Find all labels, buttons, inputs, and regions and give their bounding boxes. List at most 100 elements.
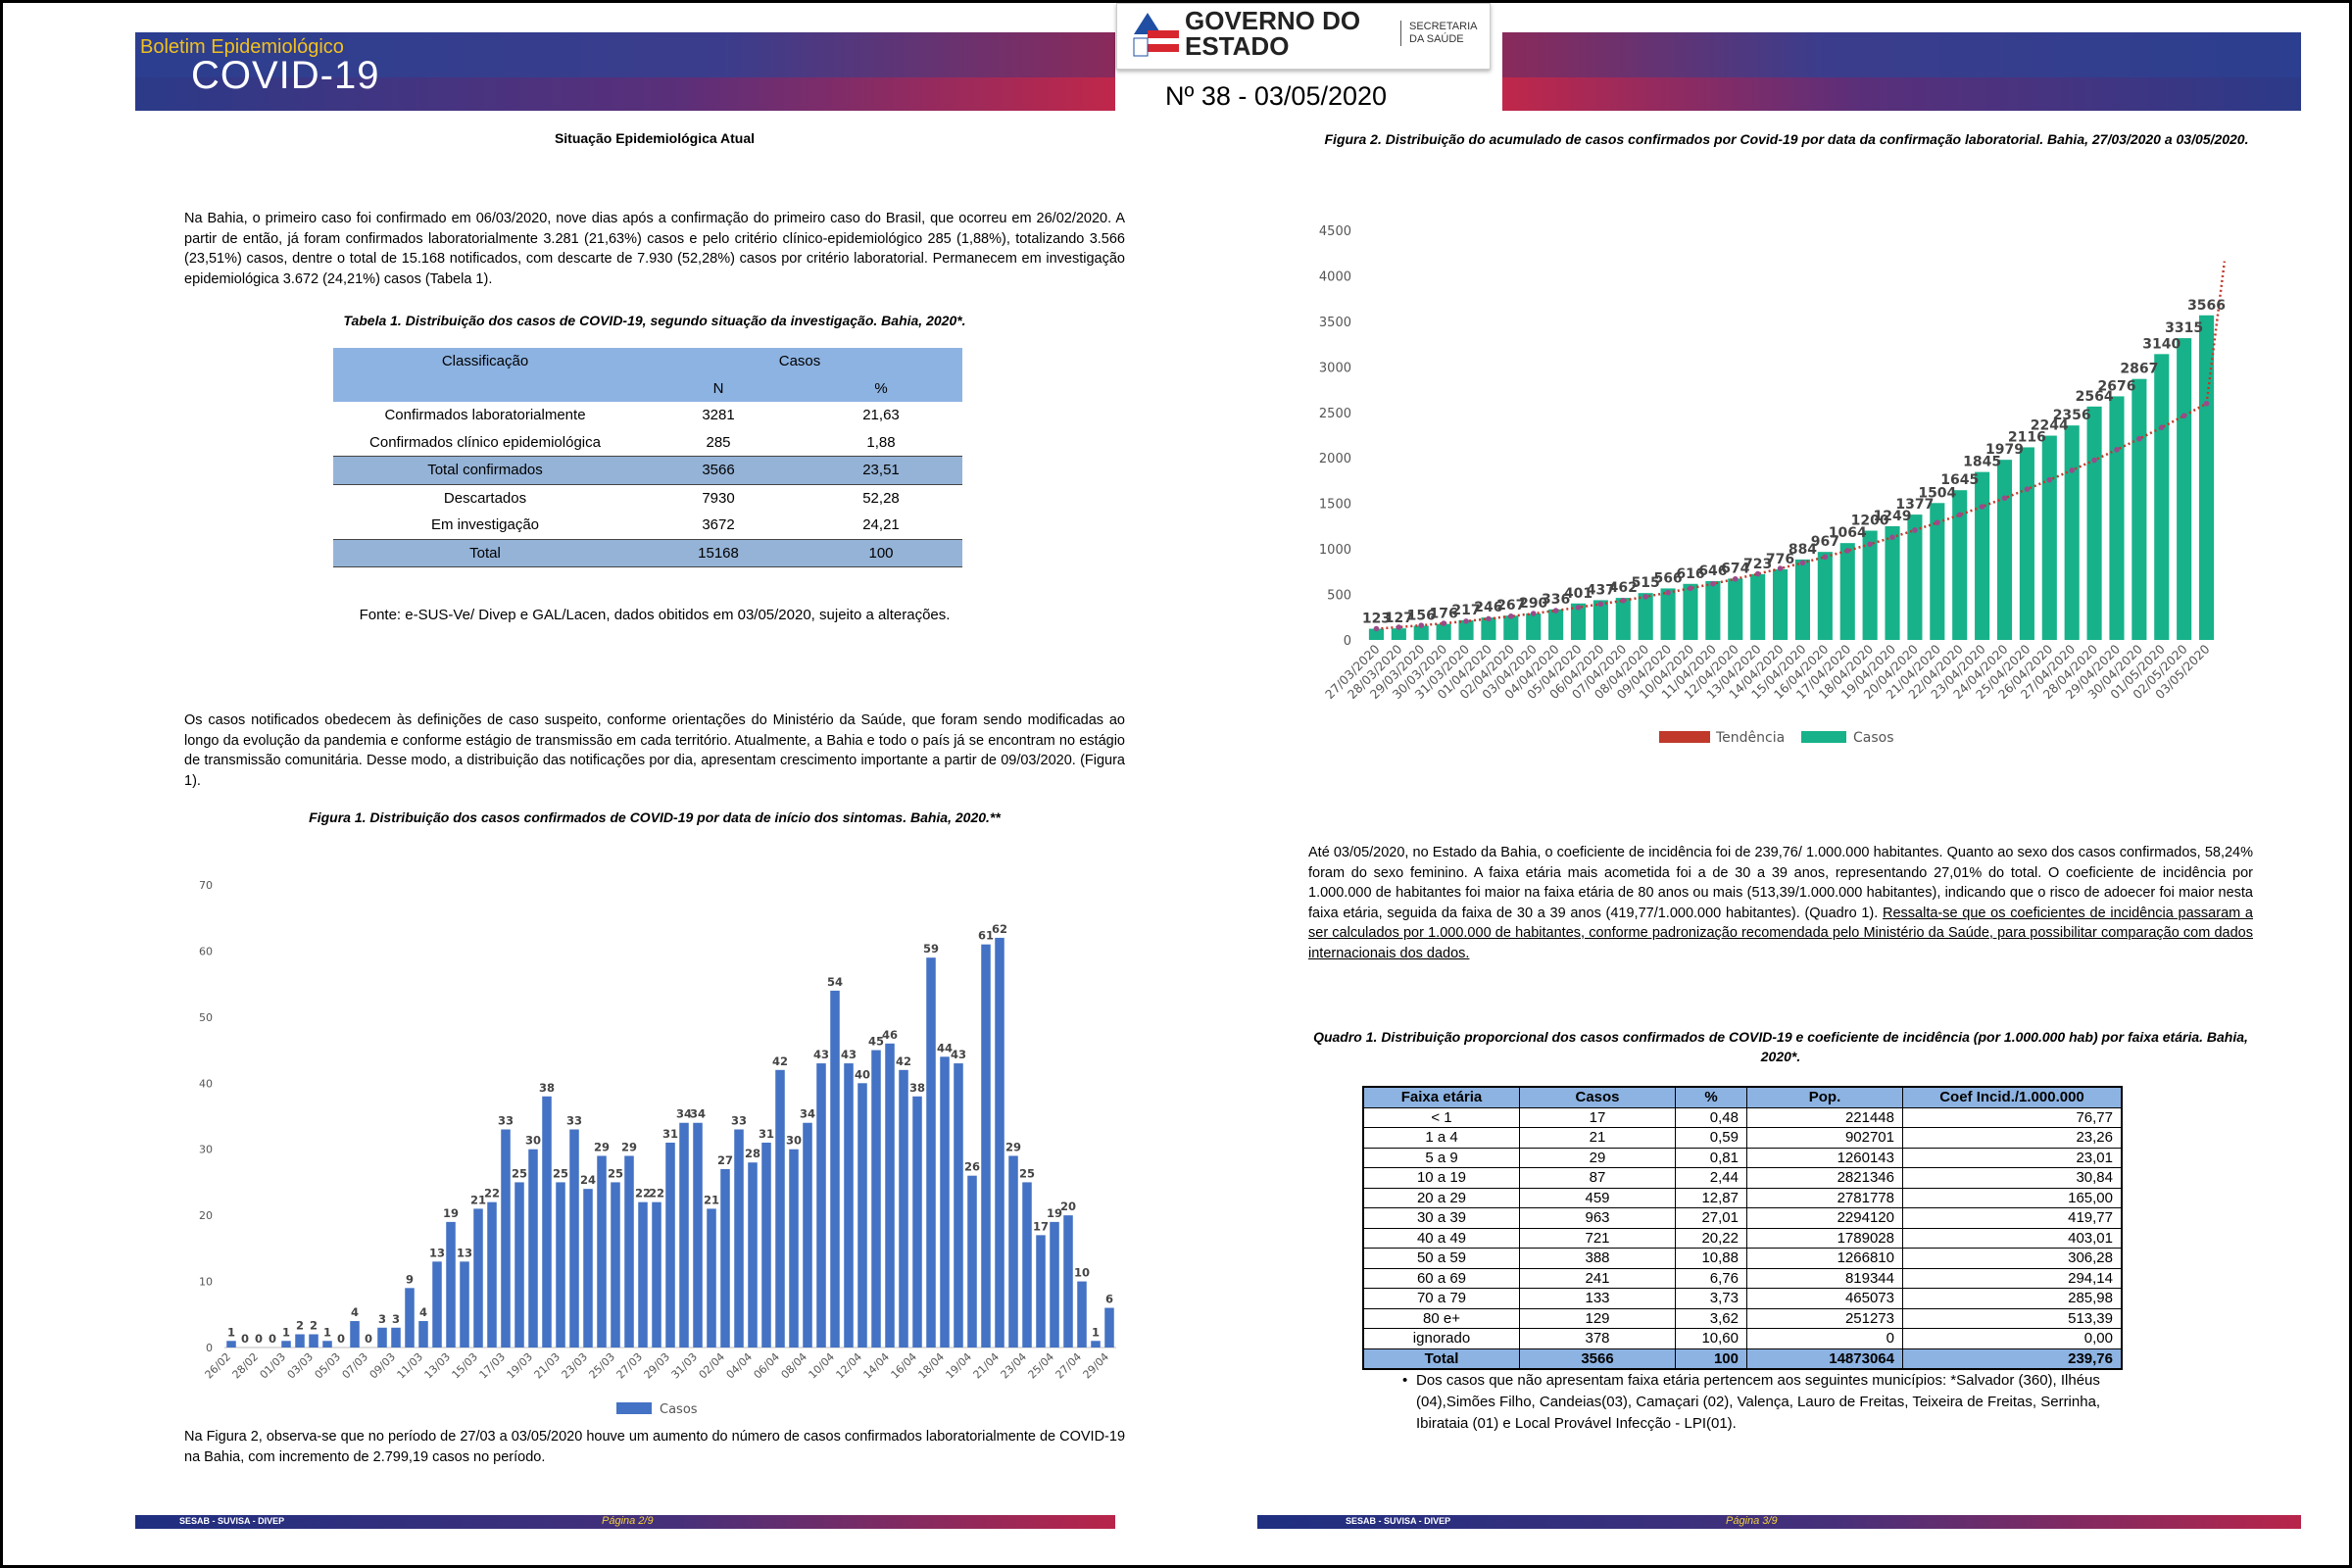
y-tick-label: 70: [199, 879, 213, 892]
bar: [611, 1182, 620, 1348]
bar: [2132, 378, 2147, 640]
bar: [322, 1341, 332, 1348]
bar: [967, 1175, 977, 1348]
bahia-flag-icon: [1130, 9, 1179, 60]
data-label: 59: [923, 942, 939, 956]
trend-point: [1867, 541, 1873, 548]
x-tick-label: 08/04: [779, 1350, 810, 1382]
bar: [1683, 583, 1698, 640]
bar: [487, 1201, 497, 1348]
header-band-right: [1502, 32, 2301, 77]
governo-do-estado-text: GOVERNO DO ESTADO: [1185, 6, 1361, 61]
notifications-paragraph: Os casos notificados obedecem às definiç…: [184, 712, 1125, 789]
trend-point: [2180, 413, 2187, 419]
table-row: 20 a 29 459 12,87 2781778 165,00: [1362, 1187, 2123, 1208]
x-tick-label: 21/04: [971, 1350, 1003, 1382]
bar: [501, 1129, 511, 1348]
bar: [1008, 1155, 1018, 1348]
trend-point: [2069, 467, 2075, 473]
table-row: Descartados 7930 52,28: [443, 489, 900, 507]
quadro1-col-pop: Pop.: [1746, 1086, 1903, 1108]
data-label: 43: [951, 1048, 966, 1061]
bar: [885, 1043, 895, 1348]
table-row: 10 a 19 87 2,44 2821346 30,84: [1362, 1167, 2123, 1189]
data-label: 40: [855, 1067, 870, 1081]
bar: [1750, 573, 1766, 640]
data-label: 13: [429, 1246, 445, 1259]
data-label: 34: [690, 1107, 706, 1121]
bar: [844, 1063, 854, 1348]
bar: [1615, 598, 1631, 640]
data-label: 42: [896, 1054, 911, 1068]
data-label: 2: [296, 1319, 304, 1333]
figure2-chart: 0500100015002000250030003500400045001231…: [1319, 224, 2227, 746]
trend-point: [2001, 495, 2008, 502]
bar: [281, 1341, 291, 1348]
quadro1-header-row: Faixa etária Casos % Pop. Coef Incid./1.…: [1362, 1086, 2123, 1108]
table-row: 40 a 49 721 20,22 1789028 403,01: [1362, 1227, 2123, 1249]
data-label: 25: [512, 1166, 527, 1180]
table-row: 80 e+ 129 3,62 251273 513,39: [1362, 1307, 2123, 1329]
x-tick-label: 16/04: [889, 1350, 920, 1382]
x-tick-label: 10/04: [807, 1350, 838, 1382]
bar: [775, 1069, 785, 1348]
data-label: 2: [310, 1319, 318, 1333]
source-note: Fonte: e-SUS-Ve/ Divep e GAL/Lacen, dado…: [359, 607, 951, 623]
bar: [1839, 543, 1855, 640]
data-label: 27: [717, 1153, 733, 1167]
bulletin-spread: Boletim Epidemiológico COVID-19 GOVERNO …: [0, 0, 2352, 1568]
table1-header-class: Classificação: [333, 348, 637, 375]
trend-point: [1799, 560, 1806, 566]
trend-point: [2136, 435, 2142, 442]
table-row: Total confirmados 3566 23,51: [333, 456, 962, 485]
x-tick-label: 29/04: [1081, 1350, 1112, 1382]
trend-point: [1373, 625, 1380, 632]
bar: [1907, 514, 1923, 640]
trend-point: [1912, 527, 1918, 533]
data-label: 6: [1105, 1293, 1113, 1306]
table-row: 5 a 9 29 0,81 1260143 23,01: [1362, 1147, 2123, 1168]
bar: [638, 1201, 648, 1348]
data-label: 3: [378, 1312, 386, 1326]
figure2-caption: Figura 2. Distribuição do acumulado de c…: [1324, 131, 2249, 147]
bar: [569, 1129, 579, 1348]
data-label: 26: [964, 1160, 980, 1174]
trend-point: [1552, 608, 1559, 613]
data-label: 4: [419, 1305, 427, 1319]
figure2-comment-paragraph: Na Figura 2, observa-se que no período d…: [184, 1429, 1126, 1465]
bar: [528, 1149, 538, 1348]
y-tick-label: 50: [199, 1011, 213, 1024]
table1-header-casos: Casos: [637, 348, 962, 375]
bulletin-number: Nº 38 - 03/05/2020: [1165, 81, 1388, 111]
table-row: Confirmados clínico epidemiológica 285 1,8…: [369, 433, 896, 451]
bar: [460, 1261, 469, 1348]
y-tick-label: 30: [199, 1144, 213, 1156]
data-label: 31: [759, 1127, 774, 1141]
y-tick-label: 3500: [1319, 316, 1351, 330]
y-tick-label: 4000: [1319, 270, 1351, 284]
bar: [761, 1142, 771, 1348]
x-tick-label: 04/04: [724, 1350, 756, 1382]
bar: [1862, 530, 1878, 640]
table-row: 70 a 79 133 3,73 465073 285,98: [1362, 1288, 2123, 1309]
data-label: 17: [1033, 1219, 1049, 1233]
bar: [1391, 628, 1406, 640]
x-tick-label: 14/04: [861, 1350, 893, 1382]
data-label: 1: [227, 1325, 235, 1339]
table-row: < 1 17 0,48 221448 76,77: [1362, 1106, 2123, 1128]
x-tick-label: 21/03: [532, 1350, 564, 1382]
data-label: 33: [498, 1113, 514, 1127]
footnote-text: Dos casos que não apresentam faixa etári…: [1416, 1372, 2101, 1432]
legend-swatch: [616, 1402, 652, 1414]
bar: [418, 1321, 428, 1348]
trend-point: [1486, 615, 1492, 622]
data-label: 38: [539, 1081, 555, 1095]
trend-point: [1979, 504, 1985, 510]
bar: [1077, 1281, 1087, 1348]
table1-header-pct: %: [800, 374, 962, 402]
bar: [871, 1050, 881, 1348]
data-label: 1: [1092, 1325, 1100, 1339]
y-tick-label: 2500: [1319, 407, 1351, 421]
x-tick-label: 28/02: [230, 1350, 262, 1382]
x-tick-label: 07/03: [340, 1350, 371, 1382]
